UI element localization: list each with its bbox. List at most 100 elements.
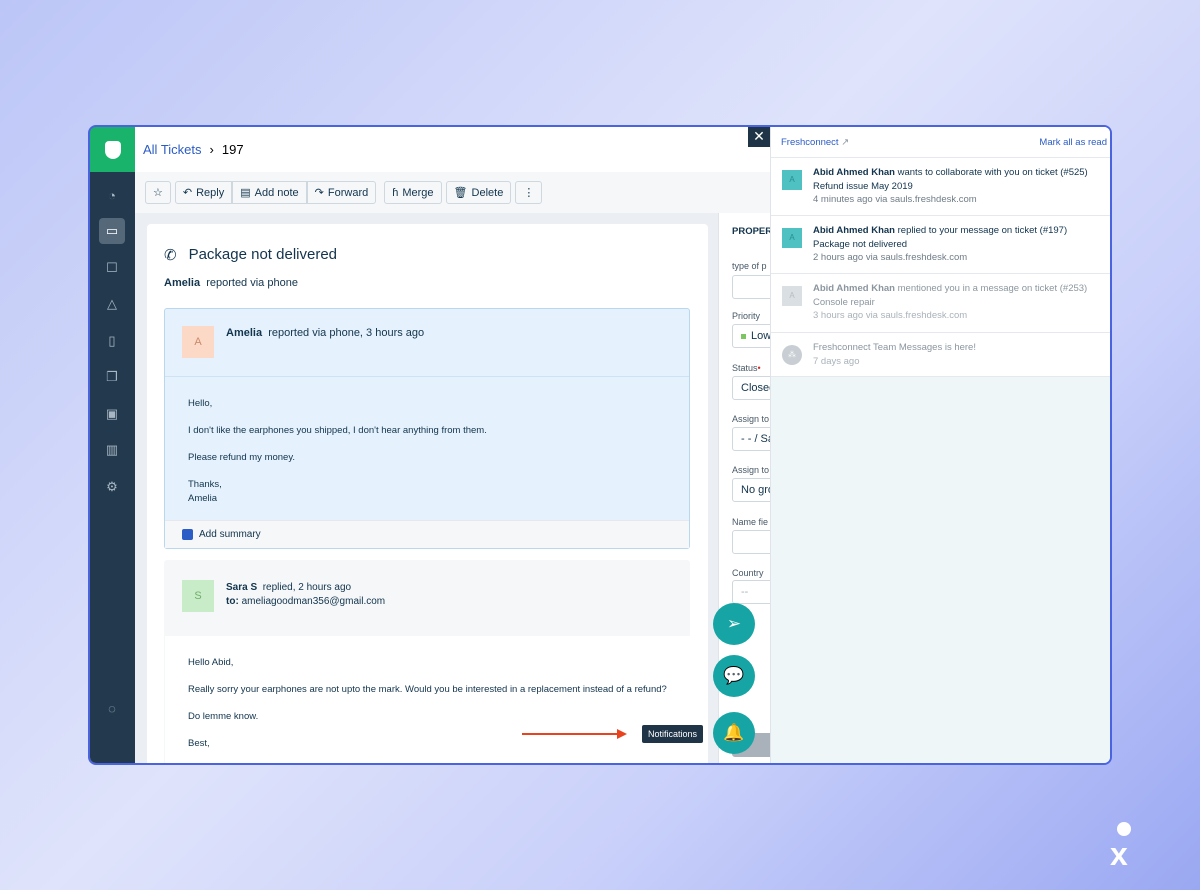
avatar: S xyxy=(182,580,214,612)
ticket-card: ✆ Package not delivered Amelia reported v… xyxy=(147,224,708,763)
knowledge-base-icon[interactable]: ▯ xyxy=(99,328,125,354)
field-label: type of p xyxy=(732,261,767,271)
line: Really sorry your earphones are not upto… xyxy=(188,684,667,695)
ticket-title-row: ✆ Package not delivered xyxy=(164,246,337,264)
freshconnect-icon: ⁂ xyxy=(782,345,802,365)
forward-icon: ↷ xyxy=(314,187,324,199)
line: Do lemme know. xyxy=(188,711,259,722)
line: Amelia xyxy=(188,492,218,504)
merge-label: Merge xyxy=(402,186,434,199)
toolbar: ☆ ↶ Reply ▤ Add note ↷ Forward ɦ Merge 🗑 Dele… xyxy=(135,172,770,213)
avatar: A xyxy=(182,326,214,358)
notifications-fab[interactable]: 🔔 xyxy=(713,712,755,754)
notification-meta: 7 days ago xyxy=(813,355,860,367)
chat-icon[interactable]: ◌ xyxy=(99,695,125,721)
field-label: Assign to xyxy=(732,414,770,424)
notifications-tooltip: Notifications xyxy=(642,725,704,743)
reply-icon: ↶ xyxy=(182,187,193,199)
notification-item[interactable]: A Abid Ahmed Khan replied to your messag… xyxy=(771,216,1110,274)
arrow-head xyxy=(617,729,627,739)
line: Hello Abid, xyxy=(188,657,234,668)
source-label: Freshconnect xyxy=(781,137,839,148)
app-window: ◔ ▭ ☐ △ ▯ ❐ ▣ ▥ ⚙ ◌ All Tickets › 197 ☆ … xyxy=(88,125,1112,765)
delete-label: Delete xyxy=(471,186,504,199)
summary-icon xyxy=(182,529,193,540)
message-amelia: A Amelia reported via phone, 3 hours ago… xyxy=(164,308,690,549)
line: Hello, xyxy=(188,398,213,409)
note-icon: ▤ xyxy=(240,187,251,199)
to-label: to: xyxy=(226,596,239,607)
field-label: Status xyxy=(732,363,758,373)
delete-button[interactable]: 🗑 Delete xyxy=(445,181,512,204)
header: All Tickets › 197 xyxy=(135,127,770,172)
tickets-icon[interactable]: ▭ xyxy=(99,218,125,244)
reporter-name: Amelia xyxy=(164,277,201,289)
ticket-source: Amelia reported via phone xyxy=(164,277,298,289)
sidebar: ◔ ▭ ☐ △ ▯ ❐ ▣ ▥ ⚙ ◌ xyxy=(90,127,135,763)
external-link-icon: ↗ xyxy=(841,137,850,148)
dashboard-icon[interactable]: ◔ xyxy=(99,182,125,208)
field-label: Country xyxy=(732,568,764,578)
close-icon[interactable]: ✕ xyxy=(748,127,770,147)
reports-icon[interactable]: ▥ xyxy=(99,437,125,463)
star-button[interactable]: ☆ xyxy=(145,181,171,204)
notification-item[interactable]: A Abid Ahmed Khan mentioned you in a mes… xyxy=(771,274,1110,333)
notification-item[interactable]: A Abid Ahmed Khan wants to collaborate w… xyxy=(771,158,1110,216)
avatar: A xyxy=(782,228,802,248)
actor-name: Abid Ahmed Khan xyxy=(813,167,895,178)
contacts-icon[interactable]: ☐ xyxy=(99,255,125,281)
arrow-annotation xyxy=(522,733,622,735)
groups-icon[interactable]: △ xyxy=(99,291,125,317)
add-summary-button[interactable]: Add summary xyxy=(165,520,689,548)
priority-value: Low xyxy=(751,330,772,342)
line: Please refund my money. xyxy=(188,452,296,463)
actor-name: Abid Ahmed Khan xyxy=(813,283,895,294)
forward-label: Forward xyxy=(327,186,369,199)
message-meta: reported via phone, 3 hours ago xyxy=(268,327,425,339)
ticket-title: Package not delivered xyxy=(188,246,338,263)
field-label: Priority xyxy=(732,311,761,321)
forums-icon[interactable]: ❐ xyxy=(99,364,125,390)
breadcrumb-all-tickets[interactable]: All Tickets xyxy=(143,142,202,157)
mark-all-read-button[interactable]: Mark all as read xyxy=(1039,137,1107,148)
notification-text: Freshconnect Team Messages is here! xyxy=(813,342,976,353)
message-body: Hello, I don't like the earphones you sh… xyxy=(188,397,487,505)
line: Thanks, xyxy=(188,479,222,490)
reply-button[interactable]: ↶ Reply xyxy=(174,181,233,204)
message-meta: replied, 2 hours ago xyxy=(262,582,352,593)
actor-name: Abid Ahmed Khan xyxy=(813,225,895,236)
merge-button[interactable]: ɦ Merge xyxy=(384,181,442,204)
trash-icon: 🗑 xyxy=(453,187,468,199)
breadcrumb-ticket-id: 197 xyxy=(221,142,244,157)
author: Sara S xyxy=(226,582,258,593)
notification-item[interactable]: ⁂ Freshconnect Team Messages is here! 7 d… xyxy=(771,333,1110,377)
brand-logo: x xyxy=(1110,822,1138,870)
message-body: Hello Abid, Really sorry your earphones … xyxy=(188,656,668,751)
chevron-right-icon: › xyxy=(209,142,214,157)
chat-fab[interactable]: 💬 xyxy=(713,655,755,697)
add-note-button[interactable]: ▤ Add note xyxy=(232,181,307,204)
recipient-email: ameliagoodman356@gmail.com xyxy=(241,596,386,607)
notification-meta: 2 hours ago via sauls.freshdesk.com xyxy=(813,252,968,263)
send-fab[interactable]: ➢ xyxy=(713,603,755,645)
more-button[interactable]: ⋮ xyxy=(515,181,543,204)
reply-label: Reply xyxy=(196,186,225,199)
bot-icon[interactable]: ▣ xyxy=(99,401,125,427)
phone-icon: ✆ xyxy=(164,247,177,264)
merge-icon: ɦ xyxy=(392,186,399,199)
notification-meta: 4 minutes ago via sauls.freshdesk.com xyxy=(813,194,977,205)
notification-meta: 3 hours ago via sauls.freshdesk.com xyxy=(813,310,968,321)
add-note-label: Add note xyxy=(254,186,299,199)
field-label: Assign to xyxy=(732,465,770,475)
reported-via: reported via phone xyxy=(206,277,298,289)
forward-button[interactable]: ↷ Forward xyxy=(306,181,377,204)
chat-bubbles-icon: 💬 xyxy=(723,666,745,685)
line: I don't like the earphones you shipped, … xyxy=(188,425,487,436)
freshconnect-link[interactable]: Freshconnect ↗ xyxy=(781,137,849,148)
bell-icon: 🔔 xyxy=(723,723,745,742)
notifications-panel: Freshconnect ↗ Mark all as read A Abid A… xyxy=(770,127,1110,763)
freshdesk-logo[interactable] xyxy=(90,127,135,172)
avatar: A xyxy=(782,286,802,306)
field-label: Name fie xyxy=(732,517,769,527)
settings-icon[interactable]: ⚙ xyxy=(99,474,125,500)
